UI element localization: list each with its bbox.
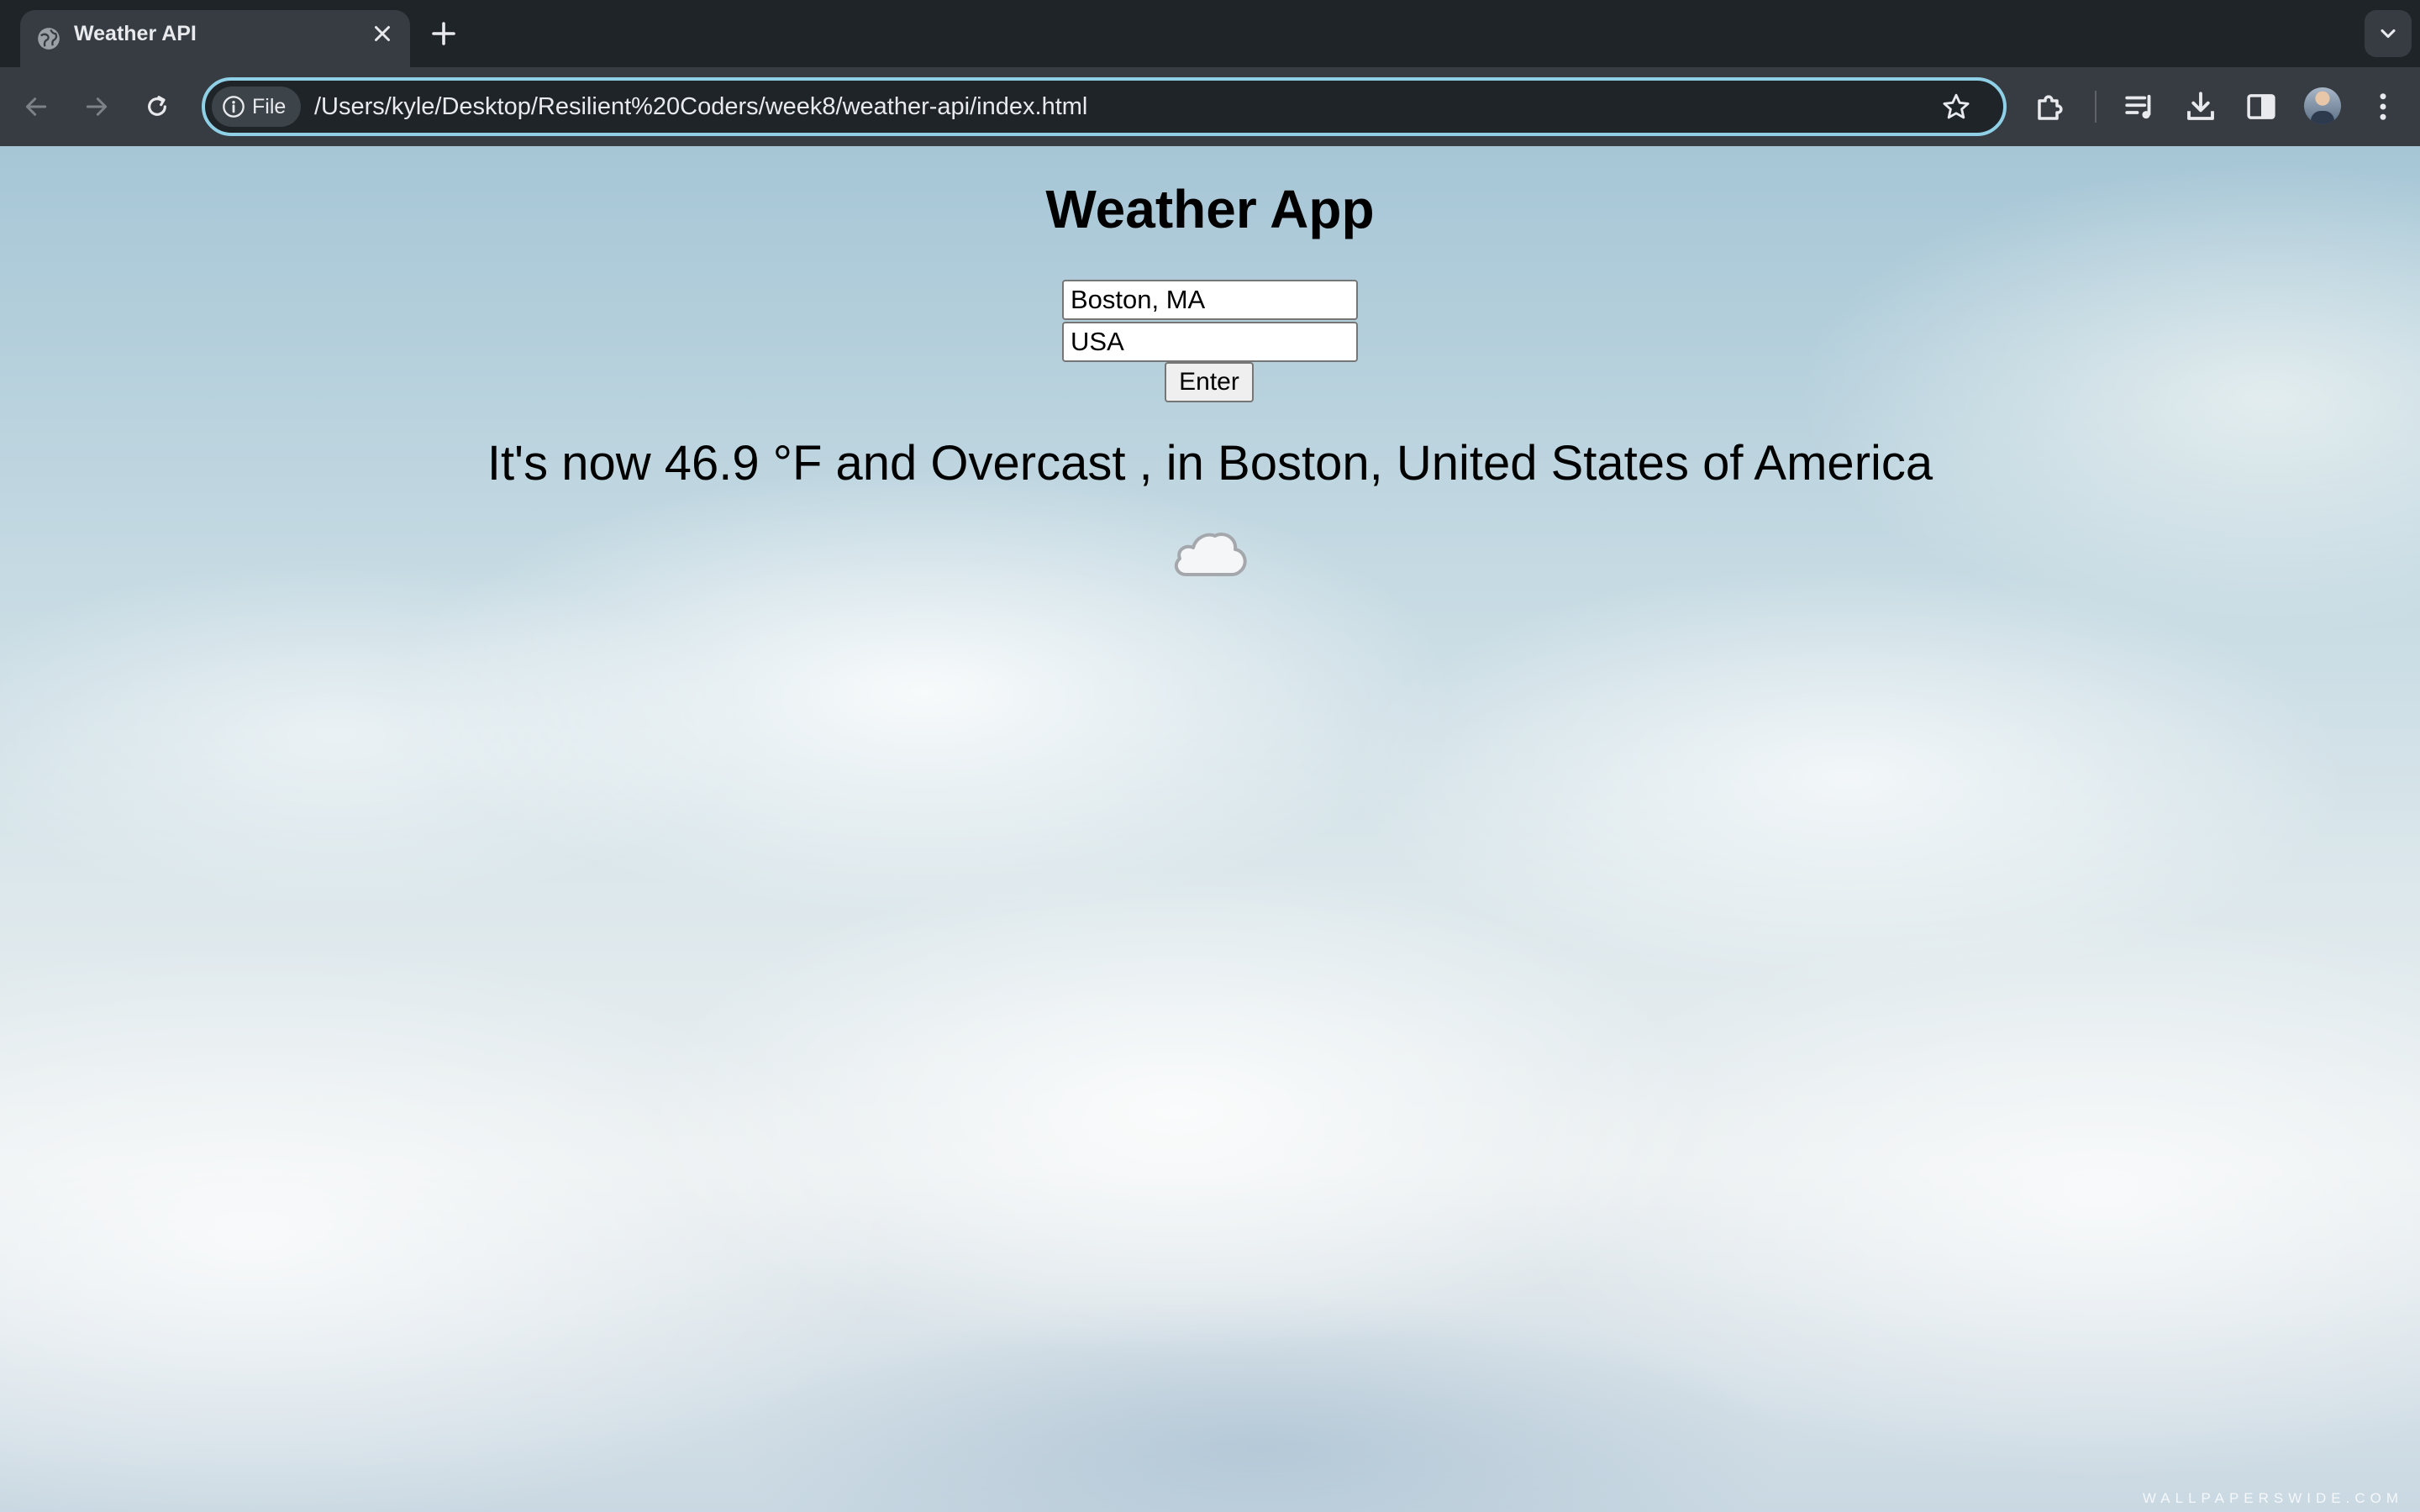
plus-icon[interactable] <box>429 18 459 49</box>
wallpaper-watermark: WALLPAPERSWIDE.COM <box>2142 1490 2403 1506</box>
back-button[interactable] <box>17 87 55 126</box>
media-queue-icon[interactable] <box>2123 89 2158 124</box>
site-info-chip[interactable]: File <box>212 87 301 127</box>
tab-title: Weather API <box>74 22 197 45</box>
close-icon[interactable] <box>370 21 395 46</box>
chevron-down-icon <box>2381 29 2396 39</box>
browser-toolbar: File /Users/kyle/Desktop/Resilient%20Cod… <box>0 67 2420 146</box>
browser-tab[interactable]: Weather API <box>20 10 410 67</box>
tab-strip: Weather API <box>0 0 2420 67</box>
back-arrow-icon <box>25 97 47 116</box>
globe-icon <box>38 28 60 50</box>
enter-button[interactable]: Enter <box>1165 362 1254 402</box>
reload-button[interactable] <box>138 87 176 126</box>
forward-button[interactable] <box>77 87 116 126</box>
page-viewport: Weather App Enter It's now 46.9 °F and O… <box>0 146 2420 1512</box>
star-icon[interactable] <box>1941 92 1971 122</box>
address-bar[interactable]: File /Users/kyle/Desktop/Resilient%20Cod… <box>202 77 2007 136</box>
puzzle-icon[interactable] <box>2033 89 2069 124</box>
forward-arrow-icon <box>86 97 108 116</box>
page-title: Weather App <box>1045 179 1375 239</box>
url-text[interactable]: /Users/kyle/Desktop/Resilient%20Coders/w… <box>314 81 1087 133</box>
toolbar-divider <box>2095 91 2096 123</box>
kebab-menu-icon[interactable] <box>2365 89 2401 124</box>
info-icon <box>223 96 245 118</box>
reload-icon <box>148 96 166 116</box>
city-input[interactable] <box>1062 280 1358 320</box>
weather-message: It's now 46.9 °F and Overcast , in Bosto… <box>487 436 1933 491</box>
cloud-icon <box>1174 533 1247 576</box>
side-panel-icon[interactable] <box>2244 89 2279 124</box>
profile-avatar[interactable] <box>2304 87 2341 124</box>
site-info-label: File <box>252 95 287 118</box>
country-input[interactable] <box>1062 322 1358 362</box>
download-icon[interactable] <box>2183 89 2218 124</box>
tab-search-button[interactable] <box>2365 10 2412 57</box>
